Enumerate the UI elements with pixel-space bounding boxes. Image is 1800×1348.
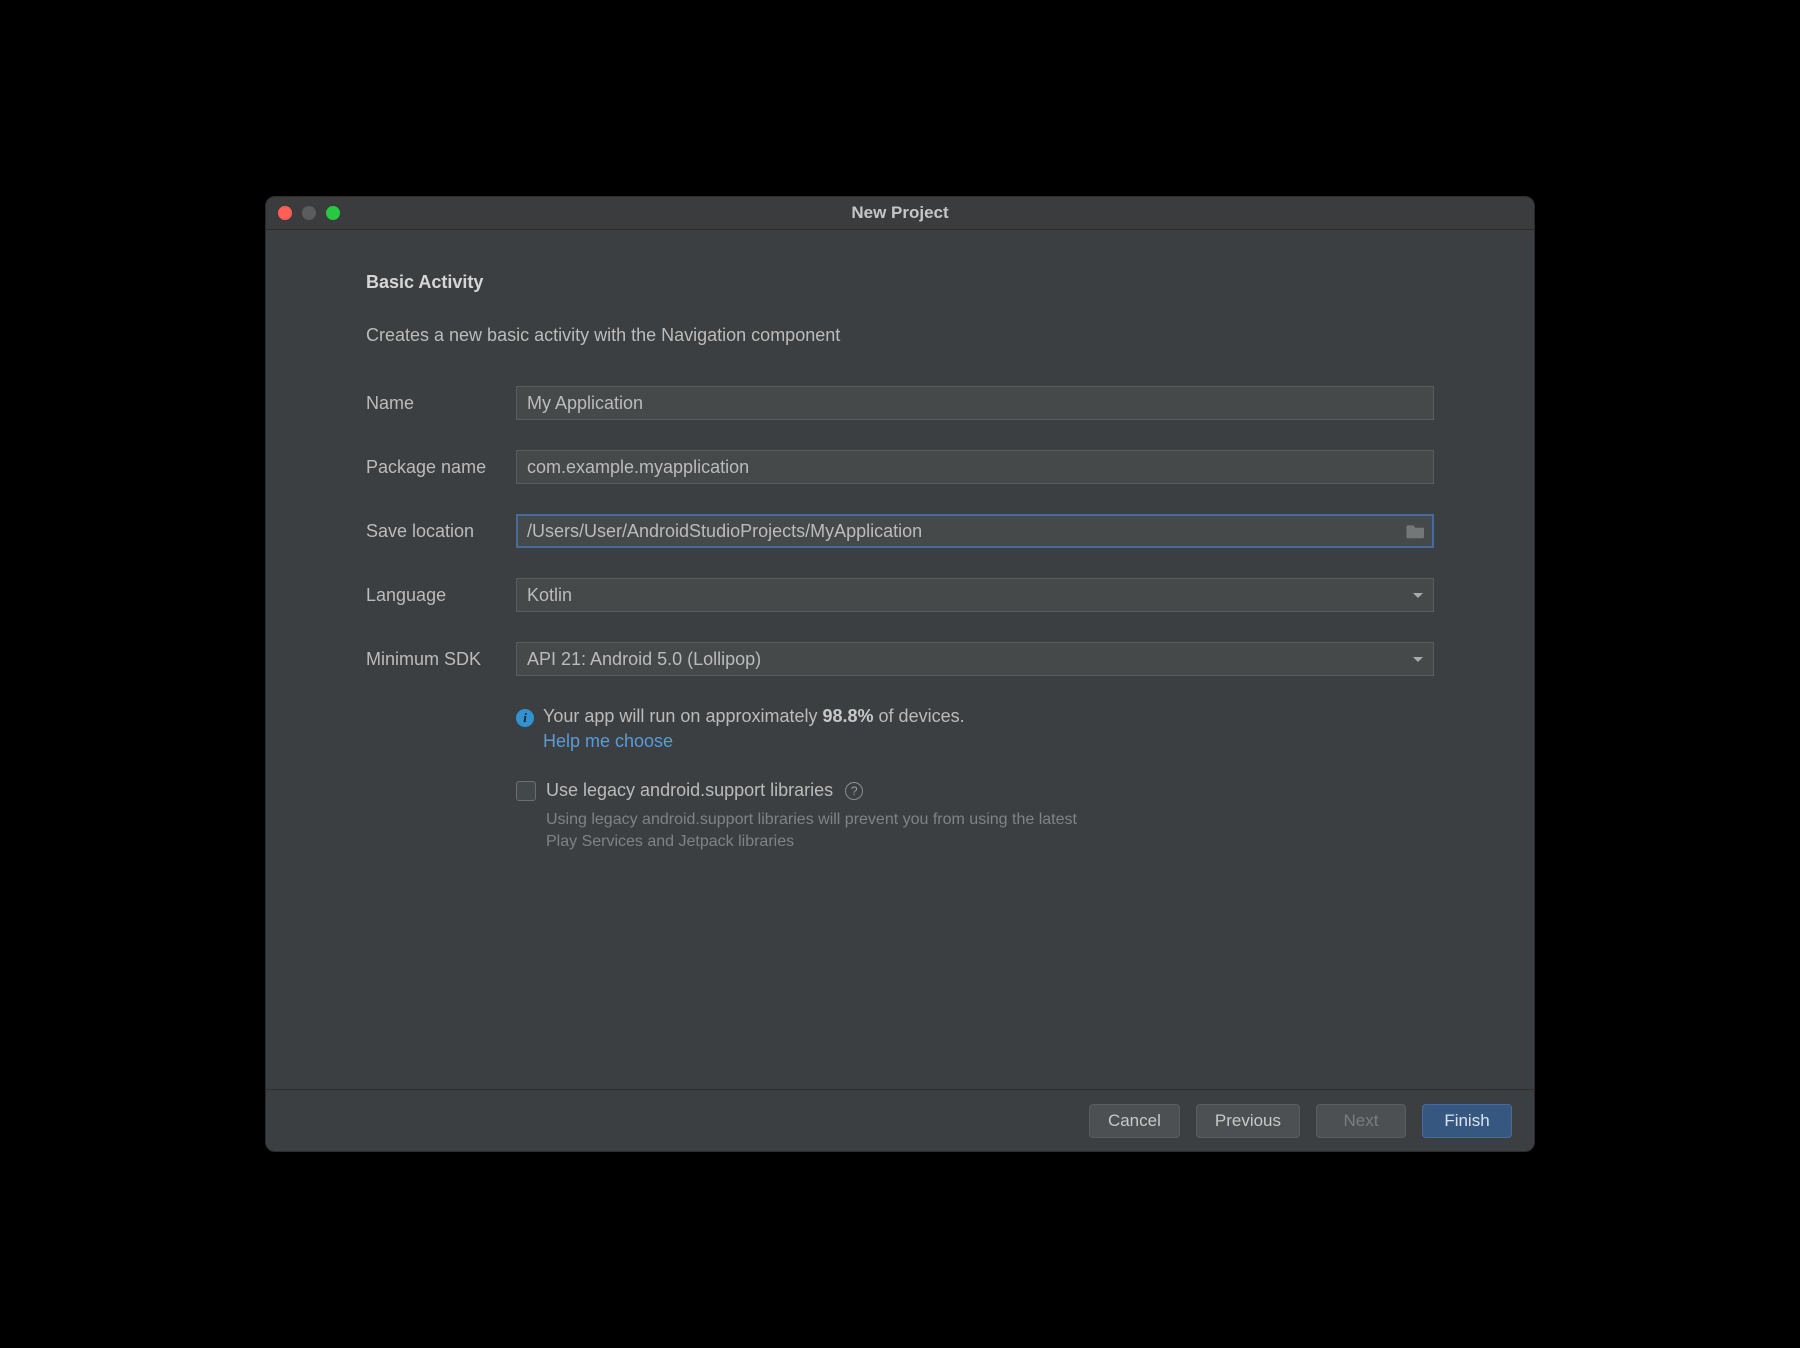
legacy-libraries-row: Use legacy android.support libraries ? — [516, 780, 1434, 801]
legacy-libraries-checkbox[interactable] — [516, 781, 536, 801]
label-location: Save location — [366, 521, 516, 542]
legacy-libraries-label: Use legacy android.support libraries — [546, 780, 833, 801]
chevron-down-icon — [1413, 593, 1423, 598]
language-select[interactable]: Kotlin — [516, 578, 1434, 612]
window-title: New Project — [266, 203, 1534, 223]
close-window-icon[interactable] — [278, 206, 292, 220]
row-minsdk: Minimum SDK API 21: Android 5.0 (Lollipo… — [366, 642, 1434, 676]
label-minsdk: Minimum SDK — [366, 649, 516, 670]
info-icon: i — [516, 709, 534, 727]
device-coverage-text: Your app will run on approximately 98.8%… — [543, 706, 965, 727]
new-project-dialog: New Project Basic Activity Creates a new… — [265, 196, 1535, 1152]
row-location: Save location — [366, 514, 1434, 548]
page-heading: Basic Activity — [366, 272, 1434, 293]
help-icon[interactable]: ? — [845, 782, 863, 800]
label-package: Package name — [366, 457, 516, 478]
row-language: Language Kotlin — [366, 578, 1434, 612]
page-subheading: Creates a new basic activity with the Na… — [366, 325, 1434, 346]
label-language: Language — [366, 585, 516, 606]
row-name: Name — [366, 386, 1434, 420]
titlebar: New Project — [266, 197, 1534, 230]
dialog-content: Basic Activity Creates a new basic activ… — [266, 230, 1534, 1089]
device-coverage-info: i Your app will run on approximately 98.… — [516, 706, 1434, 727]
language-value: Kotlin — [527, 585, 572, 606]
zoom-window-icon[interactable] — [326, 206, 340, 220]
package-name-input[interactable] — [516, 450, 1434, 484]
cancel-button[interactable]: Cancel — [1089, 1104, 1180, 1138]
browse-folder-icon[interactable] — [1406, 523, 1426, 539]
row-package: Package name — [366, 450, 1434, 484]
minimum-sdk-select[interactable]: API 21: Android 5.0 (Lollipop) — [516, 642, 1434, 676]
name-input[interactable] — [516, 386, 1434, 420]
help-me-choose-link[interactable]: Help me choose — [543, 731, 1434, 752]
window-controls — [278, 206, 340, 220]
chevron-down-icon — [1413, 657, 1423, 662]
finish-button[interactable]: Finish — [1422, 1104, 1512, 1138]
legacy-libraries-hint: Using legacy android.support libraries w… — [546, 809, 1106, 854]
minsdk-value: API 21: Android 5.0 (Lollipop) — [527, 649, 761, 670]
minimize-window-icon — [302, 206, 316, 220]
dialog-footer: Cancel Previous Next Finish — [266, 1089, 1534, 1151]
label-name: Name — [366, 393, 516, 414]
save-location-input[interactable] — [516, 514, 1434, 548]
previous-button[interactable]: Previous — [1196, 1104, 1300, 1138]
next-button: Next — [1316, 1104, 1406, 1138]
